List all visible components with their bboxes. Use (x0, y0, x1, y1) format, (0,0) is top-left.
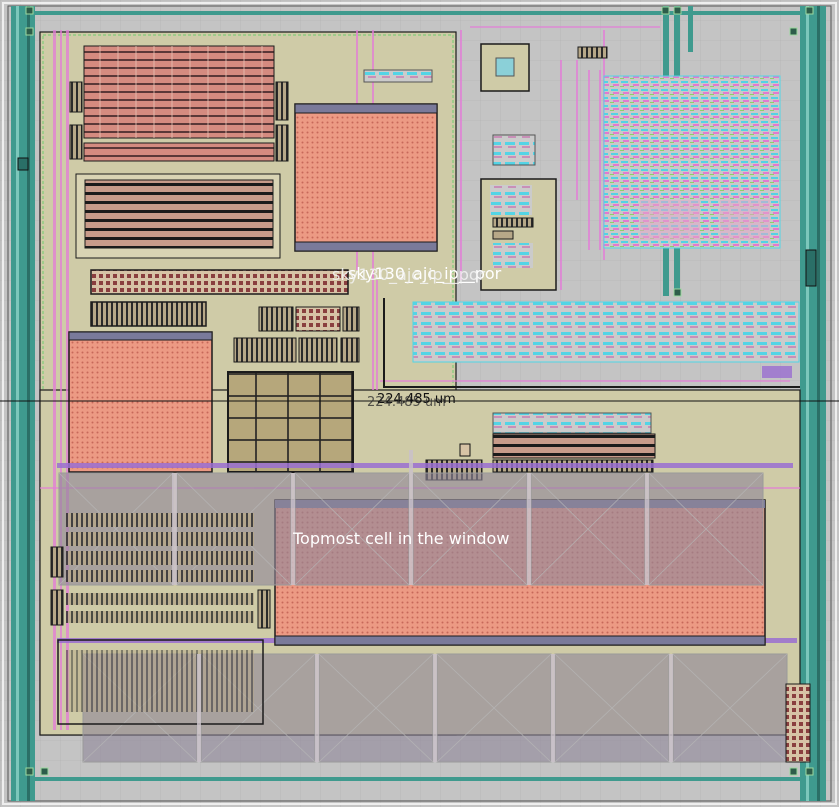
layout-canvas[interactable]: sky130_ajc_ip__por sky130_ajc_ip__por 22… (0, 0, 839, 807)
window-cell-label: Topmost cell in the window (293, 529, 510, 548)
ruler-distance-label-shadow: 224.485 um (367, 395, 446, 410)
top-cell-label-shadow: sky130_ajc_ip__por (332, 265, 486, 284)
